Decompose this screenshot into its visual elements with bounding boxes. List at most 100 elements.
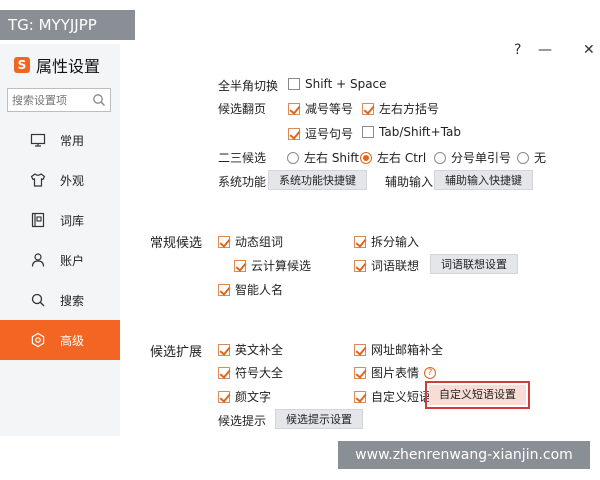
user-icon — [31, 253, 45, 267]
checkbox-label: 颜文字 — [235, 390, 272, 404]
candidate-tips-label: 候选提示 — [218, 414, 267, 428]
checkbox-box[interactable] — [218, 283, 230, 296]
cloud-calc-checkbox[interactable]: 云计算候选 — [234, 257, 311, 274]
checkbox-box[interactable] — [354, 343, 366, 356]
custom-phrase-settings-button[interactable]: 自定义短语设置 — [425, 381, 530, 409]
checkbox-label: Shift + Space — [305, 77, 387, 91]
minus-equal-checkbox[interactable]: 减号等号 — [288, 100, 353, 117]
checkbox-label: 左右方括号 — [379, 102, 440, 116]
word-association-checkbox[interactable]: 词语联想 — [354, 257, 419, 274]
sidebar-item-label: 词库 — [60, 213, 85, 228]
checkbox-label: 拆分输入 — [371, 235, 420, 249]
checkbox-label: 英文补全 — [235, 343, 284, 357]
url-email-completion-checkbox[interactable]: 网址邮箱补全 — [354, 341, 443, 358]
sidebar-item-label: 外观 — [60, 173, 85, 188]
radio-circle[interactable] — [287, 151, 299, 164]
sidebar-item-common[interactable]: 常用 — [0, 120, 120, 160]
shirt-icon — [30, 173, 46, 187]
settings-search-box[interactable] — [7, 88, 111, 112]
checkbox-box[interactable] — [354, 390, 366, 403]
sidebar-item-account[interactable]: 账户 — [0, 240, 120, 280]
smart-name-checkbox[interactable]: 智能人名 — [218, 281, 283, 298]
checkbox-box[interactable] — [218, 366, 230, 379]
sidebar-item-search[interactable]: 搜索 — [0, 280, 120, 320]
sogou-logo-icon: S — [14, 57, 30, 73]
system-function-label: 系统功能 — [218, 175, 267, 189]
settings-search-input[interactable] — [12, 93, 92, 107]
help-button[interactable]: ? — [514, 42, 521, 58]
aux-input-label: 辅助输入 — [385, 175, 434, 189]
checkbox-box[interactable] — [362, 102, 374, 115]
split-input-checkbox[interactable]: 拆分输入 — [354, 233, 419, 250]
fullhalf-label: 全半角切换 — [218, 79, 279, 93]
checkbox-label: Tab/Shift+Tab — [379, 125, 462, 139]
search-icon — [31, 293, 45, 307]
tg-watermark-badge: TG: MYYJJPP — [0, 10, 135, 40]
help-circle-icon[interactable]: ? — [424, 366, 437, 379]
radio-circle[interactable] — [360, 151, 372, 164]
checkbox-label: 智能人名 — [235, 283, 284, 297]
search-icon[interactable] — [92, 93, 106, 107]
custom-phrase-checkbox[interactable]: 自定义短语 — [354, 388, 431, 405]
radio-label: 左右 Ctrl — [377, 151, 427, 165]
checkbox-box[interactable] — [288, 127, 300, 140]
symbols-checkbox[interactable]: 符号大全 — [218, 364, 283, 381]
page-turn-label: 候选翻页 — [218, 102, 267, 116]
tab-shift-tab-checkbox[interactable]: Tab/Shift+Tab — [362, 125, 461, 139]
comma-period-checkbox[interactable]: 逗号句号 — [288, 125, 353, 142]
image-emoji-checkbox[interactable]: 图片表情 — [354, 364, 419, 381]
radio-circle[interactable] — [434, 151, 446, 164]
close-button[interactable]: ✕ — [583, 42, 595, 58]
sidebar: S 属性设置 常用 外观 词库 账户 搜索 高级 — [0, 44, 120, 436]
section-title-general-candidates: 常规候选 — [150, 236, 203, 251]
window-title: 属性设置 — [36, 57, 101, 76]
checkbox-box[interactable] — [218, 343, 230, 356]
aux-input-shortcut-button[interactable]: 辅助输入快捷键 — [434, 170, 533, 190]
sidebar-item-label: 搜索 — [60, 293, 85, 308]
checkbox-box[interactable] — [288, 102, 300, 115]
sidebar-item-advanced[interactable]: 高级 — [0, 320, 120, 360]
checkbox-box[interactable] — [354, 259, 366, 272]
sidebar-item-label: 账户 — [60, 253, 85, 268]
radio-left-right-shift[interactable]: 左右 Shift — [287, 149, 359, 166]
second-third-candidate-label: 二三候选 — [218, 151, 267, 165]
radio-semicolon-quote[interactable]: 分号单引号 — [434, 149, 511, 166]
checkbox-box[interactable] — [354, 235, 366, 248]
radio-label: 分号单引号 — [451, 151, 512, 165]
checkbox-label: 逗号句号 — [305, 127, 354, 141]
checkbox-label: 网址邮箱补全 — [371, 343, 444, 357]
book-icon — [31, 212, 45, 228]
brackets-checkbox[interactable]: 左右方括号 — [362, 100, 439, 117]
candidate-tips-settings-button[interactable]: 候选提示设置 — [275, 409, 363, 429]
minimize-button[interactable]: — — [538, 42, 552, 58]
sidebar-item-label: 常用 — [60, 133, 85, 148]
section-title-candidate-extension: 候选扩展 — [150, 345, 203, 360]
kaomoji-checkbox[interactable]: 颜文字 — [218, 388, 271, 405]
radio-none[interactable]: 无 — [517, 149, 546, 166]
english-completion-checkbox[interactable]: 英文补全 — [218, 341, 283, 358]
checkbox-box[interactable] — [354, 366, 366, 379]
checkbox-box[interactable] — [288, 78, 300, 90]
word-association-settings-button[interactable]: 词语联想设置 — [430, 254, 518, 274]
checkbox-label: 云计算候选 — [251, 259, 312, 273]
gear-icon — [31, 332, 45, 348]
checkbox-box[interactable] — [362, 126, 374, 138]
radio-left-right-ctrl[interactable]: 左右 Ctrl — [360, 149, 426, 166]
fullhalf-shift-space-checkbox[interactable]: Shift + Space — [288, 77, 387, 91]
sidebar-nav: 常用 外观 词库 账户 搜索 高级 — [0, 120, 120, 360]
checkbox-label: 动态组词 — [235, 235, 284, 249]
monitor-icon — [30, 133, 46, 147]
radio-label: 无 — [534, 151, 547, 165]
dynamic-group-checkbox[interactable]: 动态组词 — [218, 233, 283, 250]
app-title: S 属性设置 — [14, 54, 100, 76]
radio-circle[interactable] — [517, 151, 529, 164]
sidebar-item-label: 高级 — [60, 333, 85, 348]
checkbox-label: 自定义短语 — [371, 390, 432, 404]
checkbox-label: 减号等号 — [305, 102, 354, 116]
checkbox-box[interactable] — [218, 235, 230, 248]
sidebar-item-appearance[interactable]: 外观 — [0, 160, 120, 200]
system-function-shortcut-button[interactable]: 系统功能快捷键 — [268, 170, 367, 190]
sidebar-item-dictionary[interactable]: 词库 — [0, 200, 120, 240]
checkbox-box[interactable] — [218, 390, 230, 403]
checkbox-box[interactable] — [234, 259, 246, 272]
